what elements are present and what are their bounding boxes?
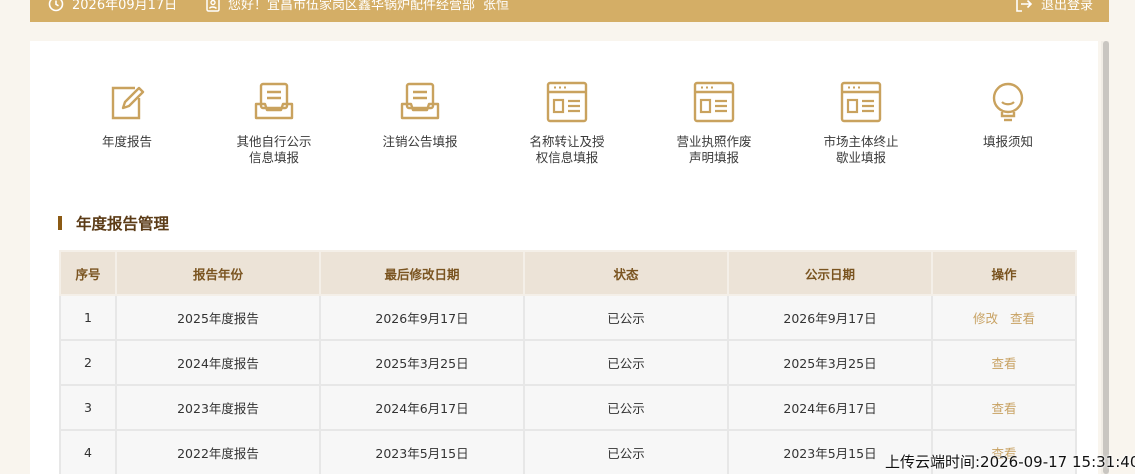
quick-link-license-void[interactable]: 营业执照作废 声明填报	[649, 80, 779, 166]
section-title: 年度报告管理	[58, 212, 169, 234]
quick-link-label-2: 信息填报	[248, 150, 299, 165]
cell-modified: 2024年6月17日	[319, 384, 525, 431]
edit-icon	[111, 86, 145, 120]
quick-link-label-2: 权信息填报	[535, 150, 599, 165]
quick-link-instructions[interactable]: 填报须知	[943, 80, 1073, 150]
top-bar: 2026年09月17日 您好！宜昌市伍家岗区鑫华锅炉配件经营部 张恒 退出登录	[30, 0, 1109, 22]
table-header-row: 序号 报告年份 最后修改日期 状态 公示日期 操作	[59, 250, 1077, 296]
cell-modified: 2025年3月25日	[319, 339, 525, 386]
quick-link-termination[interactable]: 市场主体终止 歇业填报	[796, 80, 926, 166]
browser-form-icon	[546, 81, 588, 123]
scrollbar-thumb[interactable]	[1103, 41, 1109, 474]
logout-button[interactable]: 退出登录	[1015, 0, 1093, 13]
cell-year: 2022年度报告	[115, 429, 321, 474]
cell-modified: 2023年5月15日	[319, 429, 525, 474]
column-header-year: 报告年份	[115, 250, 321, 296]
view-link[interactable]: 查看	[991, 401, 1016, 416]
browser-form-icon	[693, 81, 735, 123]
cell-no: 1	[59, 294, 117, 341]
table-row: 3 2023年度报告 2024年6月17日 已公示 2024年6月17日 查看	[59, 384, 1077, 431]
cell-status: 已公示	[523, 429, 729, 474]
column-header-modified: 最后修改日期	[319, 250, 525, 296]
user-name: 张恒	[483, 0, 510, 13]
column-header-actions: 操作	[931, 250, 1077, 296]
cell-actions: 查看	[931, 339, 1077, 386]
date-text: 2026年09月17日	[72, 0, 178, 13]
cell-status: 已公示	[523, 339, 729, 386]
cell-year: 2025年度报告	[115, 294, 321, 341]
section-title-text: 年度报告管理	[76, 215, 170, 233]
edit-link[interactable]: 修改	[973, 311, 998, 326]
quick-link-label: 年度报告	[101, 134, 152, 149]
column-header-published: 公示日期	[727, 250, 933, 296]
date-display: 2026年09月17日	[48, 0, 177, 13]
lightbulb-icon	[992, 82, 1024, 122]
clock-icon	[48, 0, 64, 12]
quick-link-label: 注销公告填报	[382, 134, 458, 149]
inbox-icon	[400, 82, 440, 120]
quick-link-label: 市场主体终止	[823, 134, 899, 149]
section-title-bar	[58, 216, 62, 230]
table-row: 2 2024年度报告 2025年3月25日 已公示 2025年3月25日 查看	[59, 339, 1077, 386]
user-badge-icon	[206, 0, 220, 12]
quick-link-name-transfer[interactable]: 名称转让及授 权信息填报	[502, 80, 632, 166]
quick-link-label-2: 声明填报	[688, 150, 739, 165]
browser-form-icon	[840, 81, 882, 123]
view-link[interactable]: 查看	[991, 356, 1016, 371]
quick-link-annual-report[interactable]: 年度报告	[62, 80, 192, 150]
logout-icon	[1015, 0, 1033, 12]
upload-timestamp-watermark: 上传云端时间:2026-09-17 15:31:40	[885, 453, 1135, 471]
greeting-text: 您好！宜昌市伍家岗区鑫华锅炉配件经营部	[228, 0, 476, 13]
table-row: 1 2025年度报告 2026年9月17日 已公示 2026年9月17日 修改 …	[59, 294, 1077, 341]
view-link[interactable]: 查看	[1010, 311, 1035, 326]
cell-status: 已公示	[523, 384, 729, 431]
logout-label: 退出登录	[1040, 0, 1093, 13]
annual-report-table: 序号 报告年份 最后修改日期 状态 公示日期 操作 1 2025年度报告 202…	[59, 250, 1077, 474]
column-header-status: 状态	[523, 250, 729, 296]
cell-year: 2024年度报告	[115, 339, 321, 386]
cell-no: 4	[59, 429, 117, 474]
cell-modified: 2026年9月17日	[319, 294, 525, 341]
quick-link-label: 名称转让及授	[529, 134, 605, 149]
user-greeting: 您好！宜昌市伍家岗区鑫华锅炉配件经营部 张恒	[206, 0, 509, 13]
cell-status: 已公示	[523, 294, 729, 341]
cell-year: 2023年度报告	[115, 384, 321, 431]
quick-link-label: 填报须知	[982, 134, 1033, 149]
inbox-icon	[254, 82, 294, 120]
quick-link-label: 其他自行公示	[236, 134, 312, 149]
quick-link-label: 营业执照作废	[676, 134, 752, 149]
cell-no: 3	[59, 384, 117, 431]
column-header-no: 序号	[59, 250, 117, 296]
cell-actions: 查看	[931, 384, 1077, 431]
cell-no: 2	[59, 339, 117, 386]
cell-published: 2025年3月25日	[727, 339, 933, 386]
cell-published: 2024年6月17日	[727, 384, 933, 431]
quick-link-cancellation[interactable]: 注销公告填报	[355, 80, 485, 150]
cell-published: 2026年9月17日	[727, 294, 933, 341]
quick-link-other-disclosure[interactable]: 其他自行公示 信息填报	[209, 80, 339, 166]
cell-actions: 修改 查看	[931, 294, 1077, 341]
quick-link-label-2: 歇业填报	[835, 150, 886, 165]
